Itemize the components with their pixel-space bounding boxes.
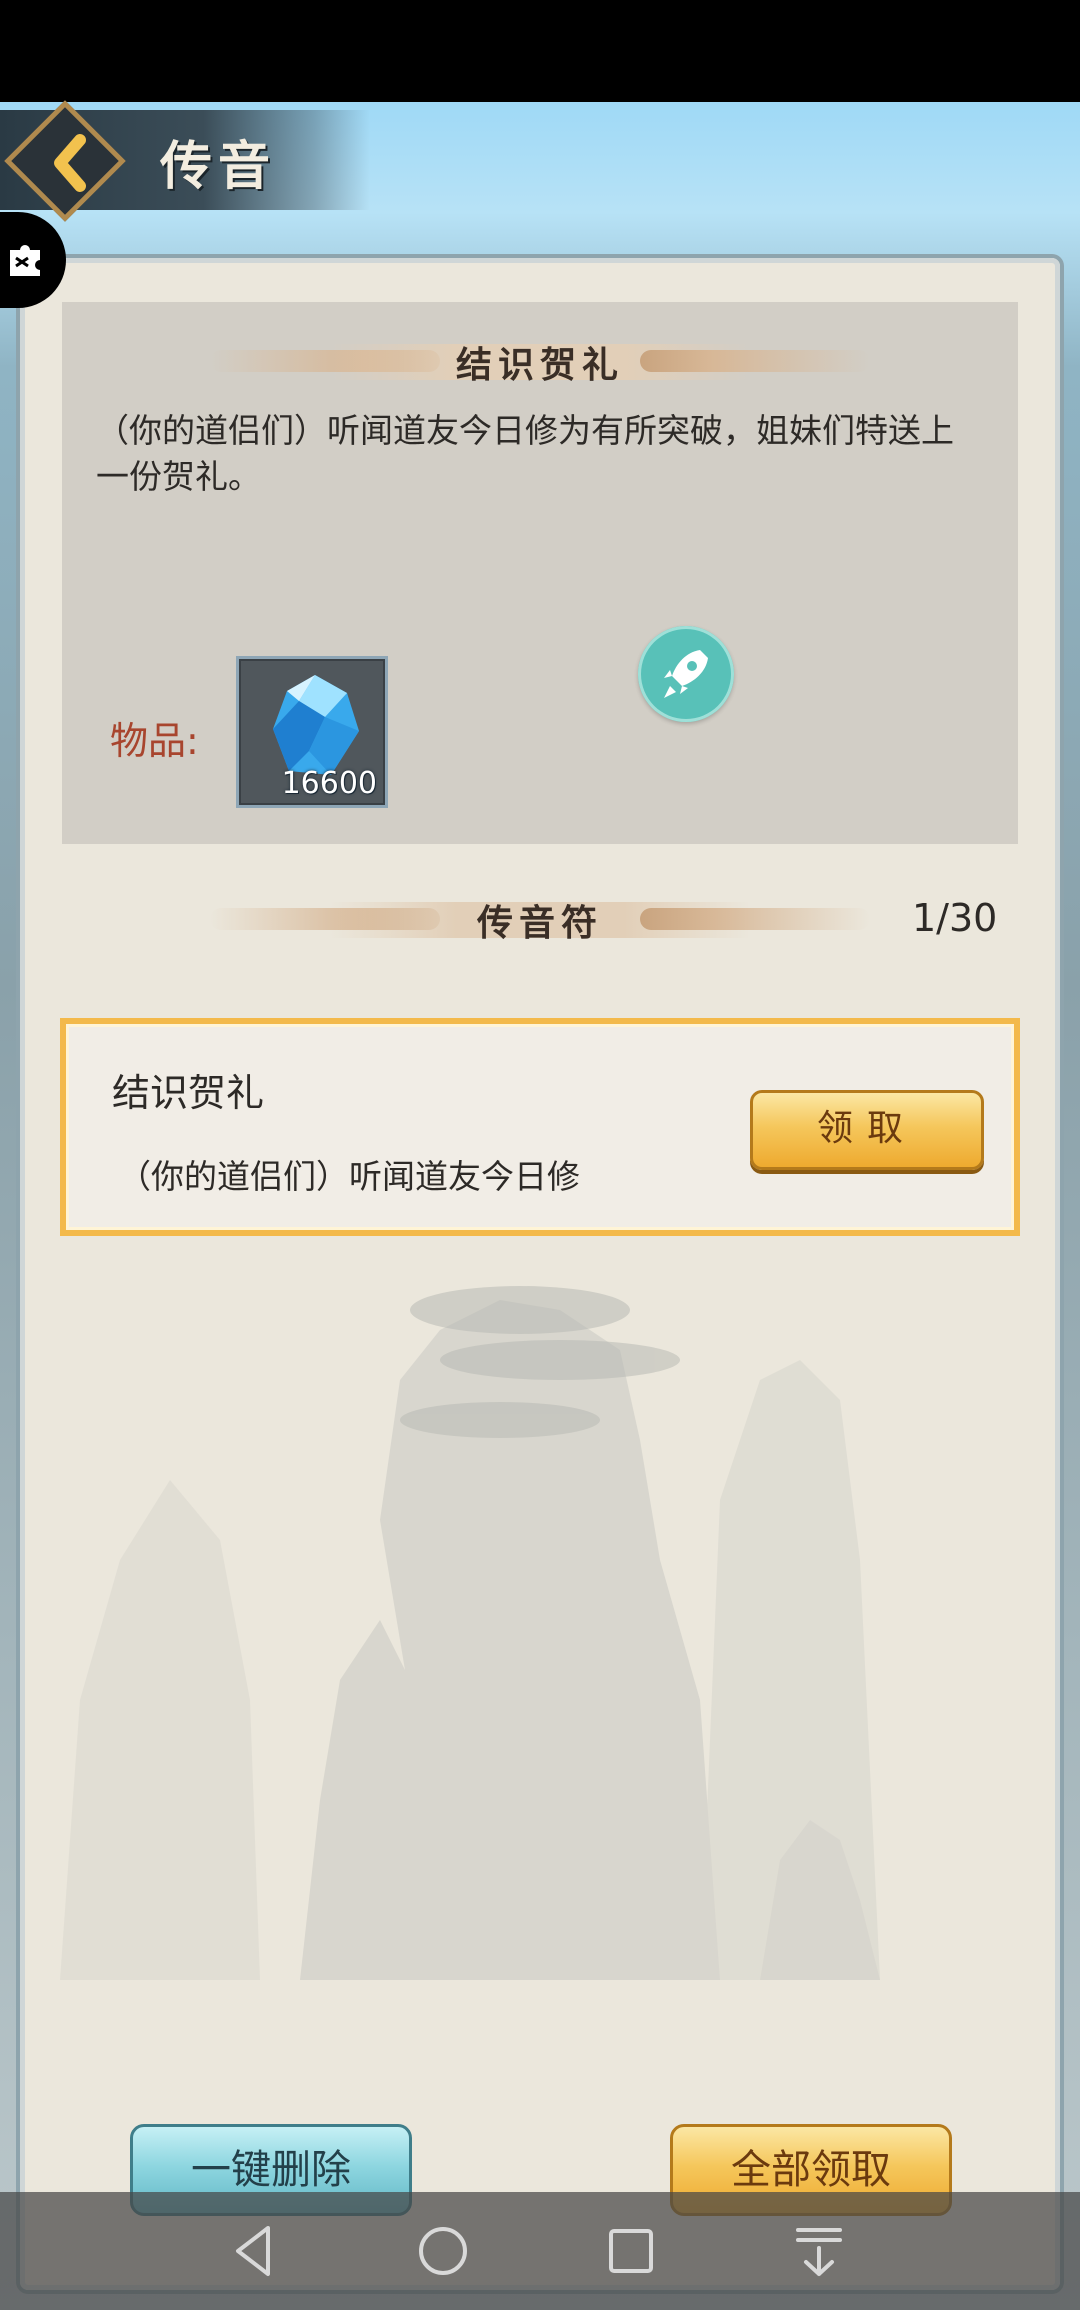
mail-counter: 1/30 <box>912 896 998 940</box>
message-body: （你的道侣们）听闻道友今日修为有所突破，姐妹们特送上一份贺礼。 <box>96 411 954 496</box>
items-label: 物品: <box>110 719 199 763</box>
item-count: 16600 <box>281 766 377 801</box>
message-section-title: 结识贺礼 <box>455 344 624 386</box>
home-circle-icon[interactable] <box>410 2218 476 2284</box>
claim-button[interactable]: 领取 <box>750 1090 984 1170</box>
blue-crystal-icon <box>273 675 359 775</box>
status-bar <box>0 0 1080 102</box>
mail-preview: （你的道侣们）听闻道友今日修 <box>118 1157 580 1196</box>
recents-square-icon[interactable] <box>598 2218 664 2284</box>
message-section-header: 结识贺礼 <box>0 330 1080 390</box>
mail-title: 结识贺礼 <box>112 1071 265 1115</box>
page-title: 传音 <box>160 136 277 197</box>
back-triangle-icon[interactable] <box>222 2218 288 2284</box>
notification-down-icon[interactable] <box>786 2218 852 2284</box>
item-slot[interactable]: 16600 <box>236 656 388 808</box>
rocket-button[interactable] <box>638 626 734 722</box>
game-screen: 传音 结识贺礼 （你的道侣们）听闻道友今日修为有所突破，姐妹们特送上一份贺礼。 … <box>0 0 1080 2310</box>
rocket-icon <box>664 650 708 698</box>
puzzle-icon <box>10 245 40 276</box>
system-nav-bar <box>0 2192 1080 2310</box>
